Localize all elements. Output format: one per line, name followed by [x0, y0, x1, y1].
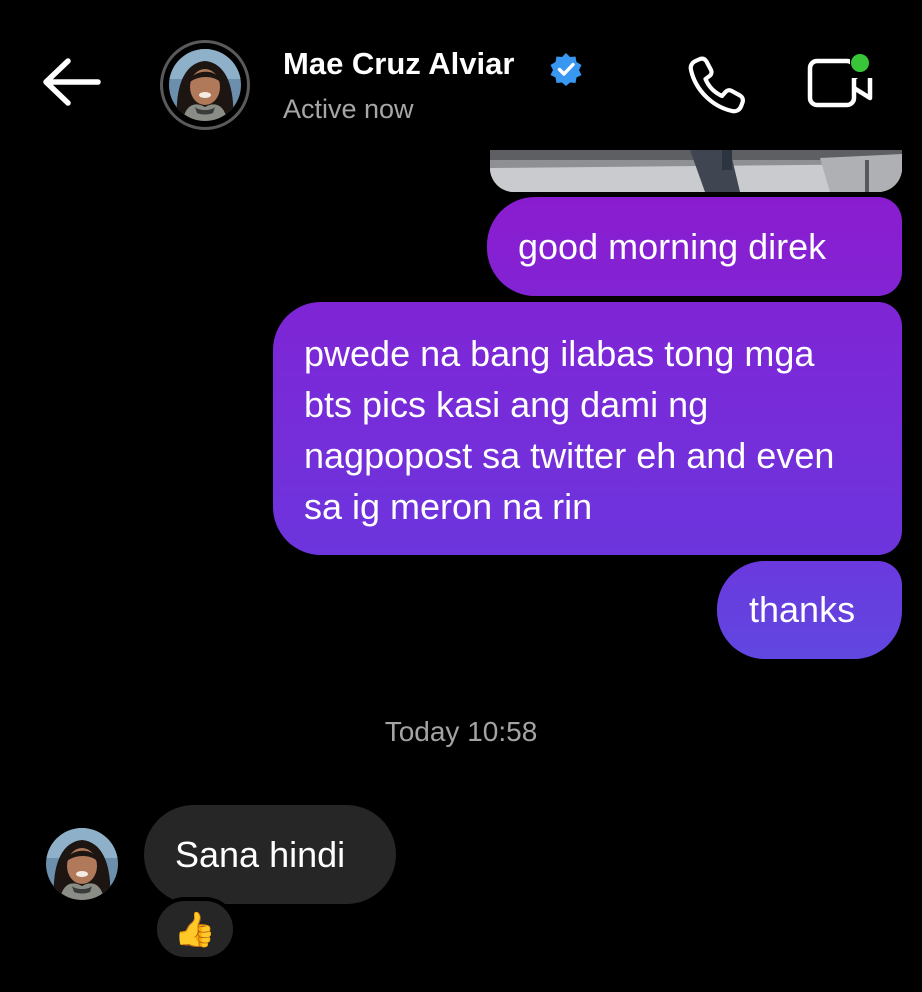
message-timestamp: Today 10:58 [384, 716, 538, 747]
voice-call-button[interactable] [686, 54, 748, 116]
back-arrow-icon [43, 58, 101, 106]
back-button[interactable] [36, 52, 106, 112]
sender-avatar[interactable] [46, 828, 118, 900]
outgoing-message[interactable]: good morning direk [487, 197, 902, 296]
video-call-button[interactable] [806, 50, 878, 116]
online-indicator-dot [851, 54, 869, 72]
thumbs-up-icon: 👍 [173, 910, 217, 950]
contact-avatar[interactable] [160, 40, 250, 130]
message-text: thanks [749, 589, 856, 630]
message-reaction[interactable]: 👍 [153, 897, 237, 961]
avatar-photo [169, 49, 241, 121]
verified-badge-icon [550, 53, 582, 86]
contact-name[interactable]: Mae Cruz Alviar [283, 46, 514, 82]
message-text: Sana hindi [175, 834, 346, 875]
incoming-message[interactable]: Sana hindi [144, 805, 396, 904]
message-text: pwede na bang ilabas tong mga bts pics k… [304, 333, 835, 527]
message-text: good morning direk [518, 226, 827, 267]
shared-photo-message[interactable] [490, 150, 902, 192]
outgoing-message[interactable]: thanks [717, 561, 902, 659]
outgoing-message[interactable]: pwede na bang ilabas tong mga bts pics k… [273, 302, 902, 555]
phone-icon [688, 56, 745, 114]
chat-header: Mae Cruz Alviar Active now [0, 0, 922, 150]
active-status: Active now [283, 94, 414, 124]
video-camera-icon [807, 54, 878, 108]
